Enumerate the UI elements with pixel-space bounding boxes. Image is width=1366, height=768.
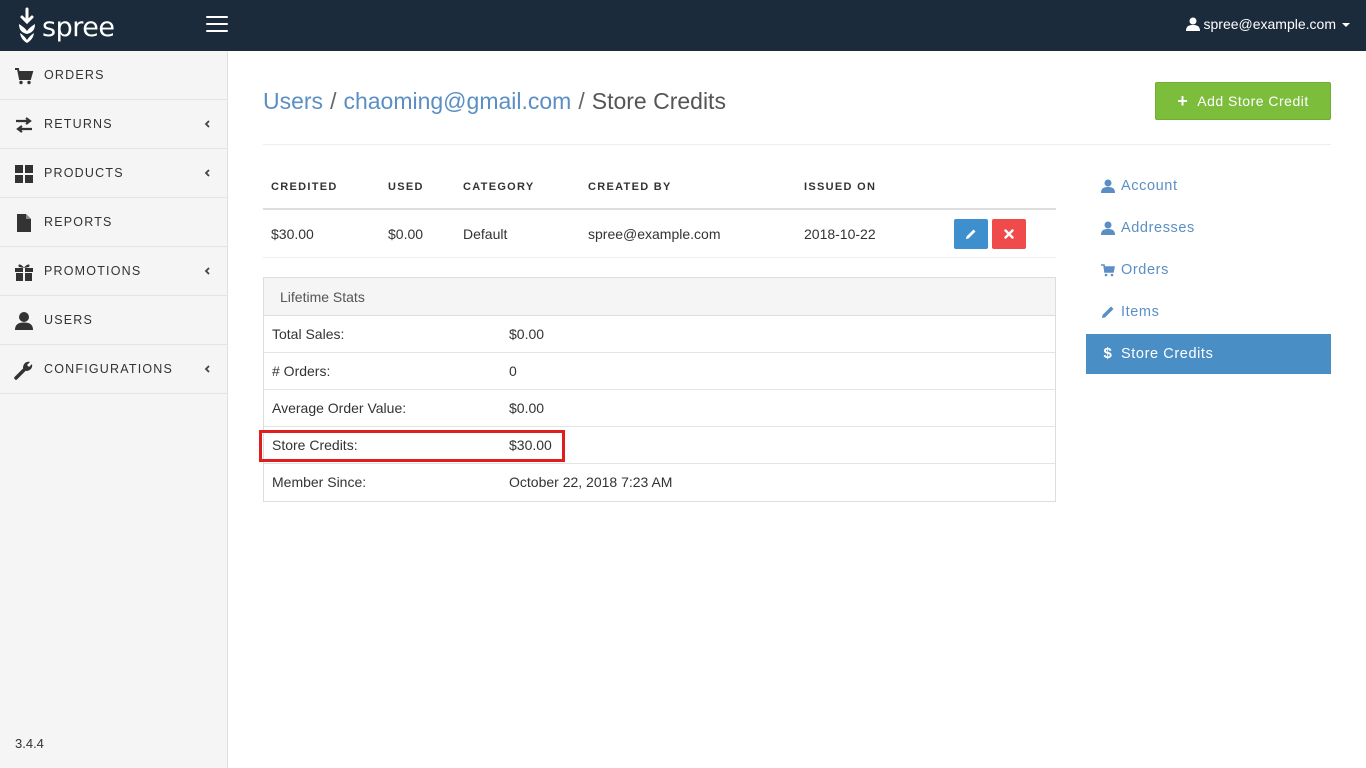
stat-label: Store Credits:	[272, 437, 358, 453]
sidebar-item-label: USERS	[44, 313, 94, 327]
table-header: CREDITED USED CATEGORY CREATED BY ISSUED…	[263, 172, 1056, 210]
sidebar-item-label: PRODUCTS	[44, 166, 124, 180]
stats-row-orders: # Orders: 0	[264, 353, 1055, 390]
column-header-credited: CREDITED	[271, 181, 338, 193]
user-nav-store-credits[interactable]: $ Store Credits	[1086, 334, 1331, 374]
breadcrumb: Users / chaoming@gmail.com / Store Credi…	[263, 88, 726, 115]
user-nav-label: Store Credits	[1121, 346, 1214, 362]
sidebar-item-configurations[interactable]: CONFIGURATIONS	[0, 345, 227, 394]
stat-value: October 22, 2018 7:23 AM	[509, 474, 673, 490]
transfer-icon	[16, 117, 32, 133]
breadcrumb-user-email-link[interactable]: chaoming@gmail.com	[343, 88, 571, 115]
stat-label: Total Sales:	[272, 326, 345, 342]
store-credits-table: CREDITED USED CATEGORY CREATED BY ISSUED…	[263, 172, 1056, 258]
user-nav-label: Items	[1121, 304, 1160, 320]
sidebar-item-label: PROMOTIONS	[44, 264, 142, 278]
cell-created-by: spree@example.com	[588, 226, 721, 242]
stat-value: $0.00	[509, 400, 545, 416]
stats-row-average-order-value: Average Order Value: $0.00	[264, 390, 1055, 427]
user-icon	[1101, 179, 1115, 193]
spree-logo[interactable]: spree	[16, 6, 115, 46]
close-icon	[1004, 229, 1014, 239]
file-icon	[17, 214, 31, 232]
sidebar-item-promotions[interactable]: PROMOTIONS	[0, 247, 227, 296]
divider	[263, 144, 1331, 145]
user-account-menu[interactable]: spree@example.com	[1185, 16, 1350, 32]
pencil-icon	[1102, 306, 1114, 318]
lifetime-stats-title: Lifetime Stats	[264, 278, 1055, 316]
cell-category: Default	[463, 226, 508, 242]
column-header-category: CATEGORY	[463, 181, 535, 193]
column-header-used: USED	[388, 181, 424, 193]
stats-row-total-sales: Total Sales: $0.00	[264, 316, 1055, 353]
chevron-left-icon	[204, 267, 210, 275]
sidebar-item-label: ORDERS	[44, 68, 105, 82]
wrench-icon	[14, 361, 33, 380]
stat-value: $0.00	[509, 326, 545, 342]
gift-icon	[15, 264, 33, 281]
stat-value: 0	[509, 363, 517, 379]
user-icon	[15, 312, 33, 330]
dollar-icon: $	[1103, 345, 1113, 362]
sidebar-item-products[interactable]: PRODUCTS	[0, 149, 227, 198]
lifetime-stats-panel: Lifetime Stats Total Sales: $0.00 # Orde…	[263, 277, 1056, 502]
grid-icon	[15, 165, 33, 183]
sidebar-item-label: REPORTS	[44, 215, 113, 229]
add-store-credit-button[interactable]: + Add Store Credit	[1155, 82, 1331, 120]
cart-icon	[1101, 264, 1115, 277]
top-navbar: spree spree@example.com	[0, 0, 1366, 51]
stat-value: $30.00	[509, 437, 552, 453]
chevron-left-icon	[204, 365, 210, 373]
chevron-down-icon	[1342, 23, 1350, 27]
menu-toggle-icon[interactable]	[206, 16, 228, 32]
logo-text: spree	[42, 11, 115, 43]
chevron-left-icon	[204, 120, 210, 128]
stats-row-member-since: Member Since: October 22, 2018 7:23 AM	[264, 464, 1055, 501]
page-title: Store Credits	[591, 88, 726, 114]
user-section-nav: Account Addresses Orders Items $ Store C…	[1086, 166, 1331, 376]
add-store-credit-label: Add Store Credit	[1197, 93, 1309, 109]
user-email: spree@example.com	[1203, 16, 1337, 32]
cell-credited: $30.00	[271, 226, 314, 242]
column-header-issued-on: ISSUED ON	[804, 181, 877, 193]
sidebar-item-returns[interactable]: RETURNS	[0, 100, 227, 149]
sidebar-item-label: CONFIGURATIONS	[44, 362, 174, 376]
user-nav-orders[interactable]: Orders	[1086, 250, 1331, 290]
breadcrumb-separator: /	[330, 88, 337, 114]
spree-logo-icon	[19, 7, 35, 43]
sidebar-item-users[interactable]: USERS	[0, 296, 227, 345]
stat-label: Average Order Value:	[272, 400, 407, 416]
pencil-icon	[966, 229, 976, 239]
stats-row-store-credits: Store Credits: $30.00	[264, 427, 1055, 464]
user-nav-label: Account	[1121, 178, 1178, 194]
sidebar-item-label: RETURNS	[44, 117, 113, 131]
plus-icon: +	[1177, 90, 1189, 111]
sidebar-item-orders[interactable]: ORDERS	[0, 51, 227, 100]
cell-issued-on: 2018-10-22	[804, 226, 876, 242]
breadcrumb-separator: /	[578, 88, 585, 114]
user-nav-account[interactable]: Account	[1086, 166, 1331, 206]
user-icon	[1185, 17, 1200, 31]
column-header-created-by: CREATED BY	[588, 181, 672, 193]
user-nav-addresses[interactable]: Addresses	[1086, 208, 1331, 248]
chevron-left-icon	[204, 169, 210, 177]
breadcrumb-users-link[interactable]: Users	[263, 88, 323, 115]
table-row: $30.00 $0.00 Default spree@example.com 2…	[263, 210, 1056, 258]
user-nav-items[interactable]: Items	[1086, 292, 1331, 332]
user-nav-label: Addresses	[1121, 220, 1195, 236]
app-version: 3.4.4	[15, 736, 44, 751]
stat-label: Member Since:	[272, 474, 367, 490]
edit-credit-button[interactable]	[954, 219, 988, 249]
cart-icon	[15, 68, 34, 85]
delete-credit-button[interactable]	[992, 219, 1026, 249]
user-nav-label: Orders	[1121, 262, 1169, 278]
cell-used: $0.00	[388, 226, 424, 242]
stat-label: # Orders:	[272, 363, 331, 379]
sidebar-item-reports[interactable]: REPORTS	[0, 198, 227, 247]
sidebar: ORDERS RETURNS PRODUCTS REPORTS PROMOTIO	[0, 51, 228, 768]
user-icon	[1101, 221, 1115, 235]
